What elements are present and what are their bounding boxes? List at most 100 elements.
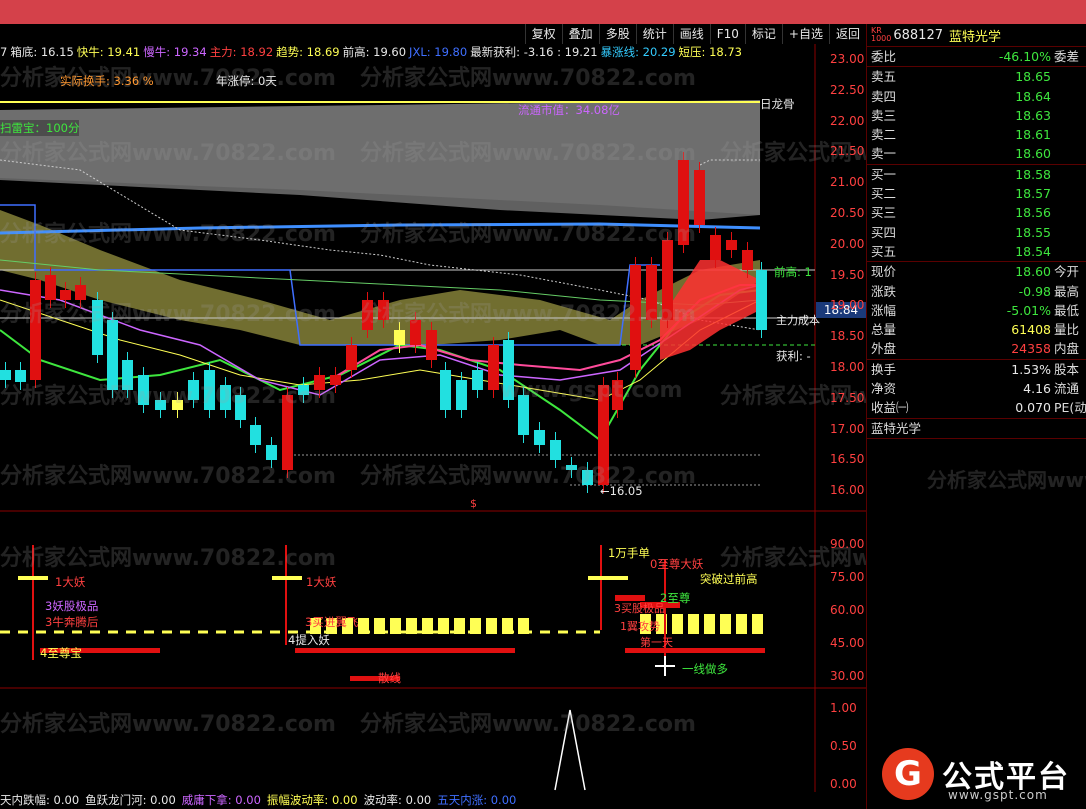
toolbar-button[interactable]: 叠加 [561, 24, 599, 44]
quote-row: 卖五 18.65 [871, 69, 1051, 85]
label-sub: 3买进翼飞 [305, 615, 359, 629]
axis-tick-label: 18.00 [830, 360, 865, 374]
indicator-bar [720, 614, 731, 634]
quote-row: 涨幅 -5.01% 最低 [871, 302, 1080, 318]
label-sub: 3牛奔腾后 [45, 615, 99, 629]
quote-row: 外盘 24358 内盘 [871, 341, 1080, 357]
label-big-demon: 1大妖 [306, 575, 337, 589]
main-cost-label: 主力成本 [776, 314, 820, 327]
commission-ratio-row: 委比 -46.10% 委差 [867, 47, 1086, 66]
label-break-prev-high: 突破过前高 [700, 572, 758, 586]
indicator-value: 主力: 18.92 [209, 45, 274, 59]
indicator-value: JXL: 19.80 [409, 45, 468, 59]
indicator-bar [672, 614, 683, 634]
axis-tick-label: 21.50 [830, 144, 865, 159]
low-marker: ←16.05 [600, 484, 643, 498]
indicator-value: 慢牛: 19.34 [143, 45, 207, 59]
axis-tick-label: 0.50 [830, 739, 857, 753]
axis-tick-label: 45.00 [830, 636, 865, 650]
label-zero-supreme: 0至尊大妖 [650, 557, 704, 571]
axis-tick-label: 20.00 [830, 236, 865, 251]
indicator-bar [752, 614, 763, 634]
quote-row: 涨跌 -0.98 最高 [871, 283, 1080, 299]
indicator-value: 暴涨线: 20.29 [600, 45, 676, 59]
label-ten-thousand: 1万手单 [608, 546, 650, 560]
indicator-value: 天内跌幅: 0.00 [0, 793, 80, 807]
axis-tick-label: 19.50 [830, 267, 865, 282]
axis-tick-label: 0.00 [830, 777, 857, 791]
prev-high-label: 前高: 1 [774, 265, 812, 279]
stock-code: 688127 [893, 27, 943, 43]
toolbar-button[interactable]: 多股 [598, 24, 636, 44]
float-cap: 流通市值：34.08亿 [518, 103, 620, 117]
indicator-value: 鱼跃龙门河: 0.00 [85, 793, 176, 807]
indicator-bar [736, 614, 747, 634]
label-demon-select: 3妖股极品 [45, 599, 99, 613]
stock-header: KR 1000 688127 蓝特光学 [867, 24, 1086, 47]
label-supreme-treasure: 4至尊宝 [40, 646, 82, 660]
indicator-info-bar: 7 箱底: 16.15 快牛: 19.41 慢牛: 19.34 主力: 18.92 趋势:… [0, 44, 828, 62]
toolbar-button[interactable]: 返回 [828, 24, 866, 44]
stock-name-footer: 蓝特光学 [871, 420, 922, 436]
toolbar-button[interactable]: 标记 [744, 24, 782, 44]
axis-tick-label: 22.00 [830, 113, 865, 128]
label-sub: 第一天 [640, 636, 673, 649]
axis-tick-label: 23.00 [830, 52, 865, 66]
indicator-bar [358, 618, 369, 634]
commission-ratio-value: -46.10% [998, 49, 1051, 64]
toolbar-button[interactable]: 画线 [672, 24, 710, 44]
axis-tick-label: 90.00 [830, 537, 865, 551]
axis-tick-label: 18.50 [830, 329, 865, 344]
indicator-bar [486, 618, 497, 634]
sweep-score: 扫雷宝：100分 [0, 120, 80, 136]
quote-row: 净资 4.16 流通 [871, 381, 1080, 397]
axis-tick-label: 17.00 [830, 421, 865, 436]
quote-row: 买五 18.54 [871, 243, 1051, 259]
toolbar-button[interactable]: +自选 [781, 24, 829, 44]
indicator-bar [470, 618, 481, 634]
year-limit-up: 年涨停: 0天 [216, 74, 277, 88]
indicator-bar [688, 614, 699, 634]
market-tag: KR 1000 [871, 26, 892, 43]
quote-row: 总量 61408 量比 [871, 322, 1080, 338]
quote-row: 卖一 18.60 [871, 146, 1051, 162]
indicator-value: 7 [0, 45, 8, 59]
chart-toolbar: 复权 叠加 多股 统计 画线 F10 标记 +自选 返回 [0, 24, 866, 44]
label-one-line-long: 一线做多 [682, 662, 728, 676]
logo-icon: G [882, 748, 934, 800]
axis-tick-label: 30.00 [830, 669, 865, 683]
indicator-value: 箱底: 16.15 [10, 45, 74, 59]
indicator-bar [374, 618, 385, 634]
axis-tick-label: 60.00 [830, 603, 865, 617]
indicator-bar [438, 618, 449, 634]
quote-row: 卖二 18.61 [871, 127, 1051, 143]
quote-row: 买三 18.56 [871, 205, 1051, 221]
toolbar-button[interactable]: 统计 [635, 24, 673, 44]
quote-panel: KR 1000 688127 蓝特光学 委比 -46.10% 委差 卖五 18.6… [866, 24, 1086, 809]
axis-tick-label: 75.00 [830, 570, 865, 584]
label-sub: 3买股极品 [614, 602, 665, 615]
axis-tick-label: 19.00 [830, 298, 865, 313]
indicator-value: 快牛: 19.41 [76, 45, 141, 59]
indicator-value: 波动率: 0.00 [363, 793, 432, 807]
title-bar [0, 0, 1086, 24]
axis-tick-label: 1.00 [830, 701, 857, 715]
label-sub: 1翼攻势 [620, 620, 660, 633]
dollar-marker: $ [470, 497, 477, 510]
toolbar-button[interactable]: F10 [709, 24, 745, 44]
indicator-bar [454, 618, 465, 634]
axis-tick-label: 20.50 [830, 206, 865, 220]
axis-tick-label: 17.50 [830, 390, 865, 405]
indicator-value: 威庸下拿: 0.00 [181, 793, 261, 807]
label-big-demon: 1大妖 [55, 575, 86, 589]
label-dash-line: 散线 [378, 671, 401, 685]
quote-row: 收益㈠ 0.070 PE(动 [871, 400, 1086, 416]
indicator-bar [518, 618, 529, 634]
quote-row: 现价 18.60 今开 [871, 264, 1080, 280]
label-enter-demon: 4提入妖 [288, 633, 330, 647]
toolbar-button[interactable]: 复权 [524, 24, 562, 44]
indicator-value: 前高: 19.60 [342, 45, 407, 59]
quote-row: 买四 18.55 [871, 224, 1051, 240]
indicator-bar [422, 618, 433, 634]
chart-canvas[interactable] [0, 44, 866, 809]
